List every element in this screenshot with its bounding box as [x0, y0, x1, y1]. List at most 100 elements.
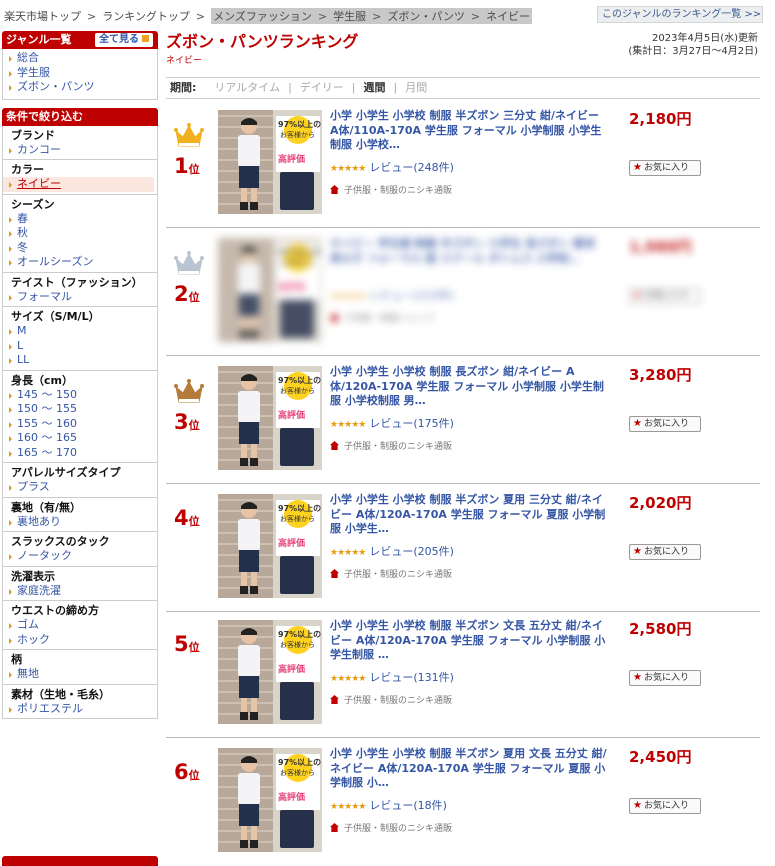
crown-icon	[173, 122, 205, 150]
show-all-button[interactable]: 全て見る	[95, 33, 153, 47]
filter-option[interactable]: 家庭洗濯	[3, 584, 157, 599]
breadcrumb-separator: >	[87, 10, 97, 23]
favorite-button[interactable]: ★ お気に入り	[629, 288, 701, 304]
review-link[interactable]: レビュー(205件)	[369, 545, 454, 558]
product-title[interactable]: 小学 小学生 小学校 制服 半ズボン 夏用 三分丈 紺/ネイビー A体/120A…	[330, 493, 608, 537]
review-link[interactable]: レビュー(18件)	[369, 799, 447, 812]
filter-option[interactable]: 秋	[3, 226, 157, 241]
genre-box: ジャンル一覧 全て見る 総合 学生服 ズボン・パンツ	[2, 31, 158, 100]
period-label: 期間:	[170, 81, 197, 94]
genre-list: 総合 学生服 ズボン・パンツ	[2, 49, 158, 100]
review-link[interactable]: レビュー(131件)	[369, 671, 454, 684]
tab-period[interactable]: デイリー	[300, 81, 344, 94]
rank-number: 5位	[174, 632, 200, 656]
filter-option[interactable]: 無地	[3, 667, 157, 682]
tab-period[interactable]: 週間	[364, 81, 386, 94]
filter-option[interactable]: ポリエステル	[3, 702, 157, 717]
filter-option[interactable]: M	[3, 324, 157, 339]
rank-value: 2	[174, 282, 189, 306]
rank-unit: 位	[188, 163, 200, 176]
favorite-button[interactable]: ★ お気に入り	[629, 544, 701, 560]
page-subtitle: ネイビー	[166, 56, 203, 66]
filter-group: 裏地（有/無） 裏地あり	[3, 496, 157, 532]
favorite-button[interactable]: ★ お気に入り	[629, 670, 701, 686]
star-icon: ★	[633, 290, 642, 301]
tab-period[interactable]: リアルタイム	[214, 81, 280, 94]
filter-option[interactable]: L	[3, 339, 157, 354]
image-pants	[280, 172, 314, 210]
shop-name[interactable]: 子供服・制服ショップ	[330, 311, 434, 324]
genre-ranking-list-link[interactable]: このジャンルのランキング一覧 >>	[597, 6, 763, 23]
product-title[interactable]: 小学 小学生 小学校 制服 半ズボン 文長 五分丈 紺/ネイビー A体/120A…	[330, 619, 608, 663]
filter-option[interactable]: 裏地あり	[3, 515, 157, 530]
filter-option[interactable]: 150 ～ 155	[3, 402, 157, 417]
filter-option[interactable]: フォーマル	[3, 290, 157, 305]
shop-name[interactable]: 子供服・制服のニシキ通販	[330, 821, 452, 834]
shop-name[interactable]: 子供服・制服のニシキ通販	[330, 693, 452, 706]
breadcrumb-link[interactable]: ネイビー	[486, 10, 530, 23]
filter-option[interactable]: 160 ～ 165	[3, 431, 157, 446]
filter-option[interactable]: 155 ～ 160	[3, 417, 157, 432]
filter-option[interactable]: 冬	[3, 241, 157, 256]
star-rating-icon: ★★★★★	[330, 802, 366, 812]
shop-name[interactable]: 子供服・制服のニシキ通販	[330, 183, 452, 196]
filter-group: 素材（生地・毛糸） ポリエステル	[3, 683, 157, 719]
favorite-button[interactable]: ★ お気に入り	[629, 416, 701, 432]
favorite-label: お気に入り	[643, 163, 689, 173]
review-link[interactable]: レビュー(112件)	[369, 289, 454, 302]
favorite-button[interactable]: ★ お気に入り	[629, 798, 701, 814]
breadcrumb-link[interactable]: ランキングトップ	[102, 10, 190, 23]
shop-name-text: 子供服・制服のニシキ通販	[344, 696, 453, 706]
price: 2,580円	[629, 620, 692, 638]
filter-option[interactable]: LL	[3, 353, 157, 368]
shop-name[interactable]: 子供服・制服のニシキ通販	[330, 567, 452, 580]
badge-text: 97%以上の	[278, 248, 322, 257]
star-rating-icon: ★★★★★	[330, 674, 366, 684]
product-image[interactable]: 97%以上の お客様から 高評価	[218, 238, 322, 342]
review: ★★★★★ レビュー(205件)	[330, 543, 454, 559]
badge-text: お客様から	[280, 131, 315, 139]
breadcrumb-link[interactable]: 学生服	[333, 10, 366, 23]
product-image[interactable]: 97%以上の お客様から 高評価	[218, 110, 322, 214]
product-title[interactable]: 小学 小学生 小学校 制服 半ズボン 夏用 文長 五分丈 紺/ネイビー A体/1…	[330, 747, 608, 791]
genre-link[interactable]: ズボン・パンツ	[3, 80, 157, 95]
product-image[interactable]: 97%以上の お客様から 高評価	[218, 366, 322, 470]
tab-period[interactable]: 月間	[405, 81, 427, 94]
genre-box-title: ジャンル一覧	[6, 33, 72, 46]
filter-option[interactable]: オールシーズン	[3, 255, 157, 270]
image-pants	[280, 556, 314, 594]
filter-option[interactable]: ネイビー	[3, 177, 154, 192]
filter-option[interactable]: プラス	[3, 480, 157, 495]
product-image[interactable]: 97%以上の お客様から 高評価	[218, 620, 322, 724]
genre-link[interactable]: 学生服	[3, 66, 157, 81]
filter-option[interactable]: 165 ～ 170	[3, 446, 157, 461]
genre-link[interactable]: 総合	[3, 51, 157, 66]
breadcrumb-link[interactable]: メンズファッション	[213, 10, 312, 23]
shop-name-text: 子供服・制服のニシキ通販	[344, 570, 453, 580]
favorite-button[interactable]: ★ お気に入り	[629, 160, 701, 176]
review-link[interactable]: レビュー(175件)	[369, 417, 454, 430]
filter-group-title: 柄	[11, 653, 22, 666]
filter-option[interactable]: 145 ～ 150	[3, 388, 157, 403]
filter-option[interactable]: カンコー	[3, 143, 157, 158]
filter-option[interactable]: 春	[3, 212, 157, 227]
breadcrumb-link[interactable]: ズボン・パンツ	[387, 10, 465, 23]
rank-value: 6	[174, 760, 189, 784]
badge-text: 高評価	[278, 665, 306, 675]
product-title[interactable]: ネイビー 学生服 制服 半ズボン 小学生 長ズボン 夏用 男の子 フォーマル 紺…	[330, 237, 608, 266]
product-image[interactable]: 97%以上の お客様から 高評価	[218, 748, 322, 852]
crown-icon	[173, 250, 205, 278]
rank-value: 4	[174, 506, 189, 530]
star-rating-icon: ★★★★★	[330, 420, 366, 430]
shop-name[interactable]: 子供服・制服のニシキ通販	[330, 439, 452, 452]
star-rating-icon: ★★★★★	[330, 292, 366, 302]
ranking-item: 2位 97%以上の お客様から 高評価 ネイビー 学生服 制服 半ズボン 小学生 長ズボ…	[166, 230, 760, 356]
filter-option[interactable]: ノータック	[3, 549, 157, 564]
breadcrumb-link[interactable]: 楽天市場トップ	[4, 10, 81, 23]
product-image[interactable]: 97%以上の お客様から 高評価	[218, 494, 322, 598]
filter-option[interactable]: ホック	[3, 633, 157, 648]
product-title[interactable]: 小学 小学生 小学校 制服 長ズボン 紺/ネイビー A体/120A-170A 学…	[330, 365, 608, 409]
product-title[interactable]: 小学 小学生 小学校 制服 半ズボン 三分丈 紺/ネイビー A体/110A-17…	[330, 109, 608, 153]
filter-option[interactable]: ゴム	[3, 618, 157, 633]
review-link[interactable]: レビュー(248件)	[369, 161, 454, 174]
